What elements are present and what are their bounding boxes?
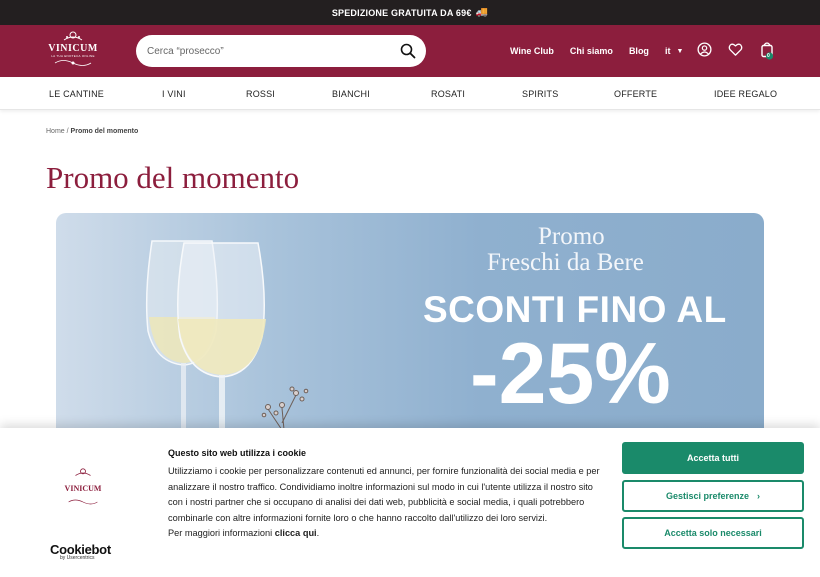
truck-icon: 🚚 [475, 7, 489, 18]
cookie-logo-name: VINICUM [64, 484, 102, 493]
more-info-link[interactable]: clicca qui [275, 528, 317, 538]
manage-preferences-button[interactable]: Gestisci preferenze › [622, 480, 804, 512]
chevron-right-icon: › [757, 491, 761, 501]
cookie-more-info: Per maggiori informazioni clicca qui. [168, 528, 319, 538]
nav-item-spirits[interactable]: SPIRITS [522, 89, 558, 99]
cart-count-badge: 0 [767, 53, 770, 59]
nav-item-rosati[interactable]: ROSATI [431, 89, 465, 99]
nav-item-idee-regalo[interactable]: IDEE REGALO [714, 89, 777, 99]
blog-link[interactable]: Blog [629, 46, 649, 56]
crest-icon [63, 31, 83, 41]
cookie-dialog-body: Utilizziamo i cookie per personalizzare … [168, 464, 608, 542]
breadcrumb-separator: / [66, 128, 69, 135]
nav-item-bianchi[interactable]: BIANCHI [332, 89, 370, 99]
nav-item-le-cantine[interactable]: LE CANTINE [49, 89, 104, 99]
language-selector[interactable]: it ▼ [665, 46, 699, 56]
cookie-dialog-title: Questo sito web utilizza i cookie [168, 448, 307, 458]
accept-all-button[interactable]: Accetta tutti [622, 442, 804, 474]
accept-necessary-button[interactable]: Accetta solo necessari [622, 517, 804, 549]
cookie-consent-dialog: VINICUM Cookiebot by Usercentrics Questo… [0, 428, 820, 577]
header-links: Wine Club Chi siamo Blog it ▼ [510, 25, 699, 77]
heart-icon[interactable] [728, 42, 743, 57]
search-icon[interactable] [400, 43, 416, 59]
cookie-dialog-logo: VINICUM [62, 466, 104, 511]
cookie-body-text: Utilizziamo i cookie per personalizzare … [168, 466, 600, 523]
manage-preferences-label: Gestisci preferenze [665, 491, 750, 501]
breadcrumb-current: Promo del momento [70, 128, 139, 135]
search-bar[interactable] [136, 35, 426, 67]
nav-item-rossi[interactable]: ROSSI [246, 89, 275, 99]
account-icon[interactable] [697, 42, 712, 57]
breadcrumb-home[interactable]: Home [46, 128, 65, 135]
cookiebot-logo[interactable]: Cookiebot by Usercentrics [50, 542, 111, 561]
banner-discount: -25% [470, 326, 671, 422]
site-header: VINICUM LA TUA ENOTECA ONLINE Wine Club … [0, 25, 820, 77]
site-logo[interactable]: VINICUM LA TUA ENOTECA ONLINE [44, 30, 102, 72]
accept-all-label: Accetta tutti [686, 453, 739, 463]
wine-club-link[interactable]: Wine Club [510, 46, 554, 56]
nav-item-offerte[interactable]: OFFERTE [614, 89, 657, 99]
ornament-icon [54, 60, 92, 66]
nav-item-i-vini[interactable]: I VINI [162, 89, 186, 99]
language-label: it [664, 46, 671, 56]
shipping-text: SPEDIZIONE GRATUITA DA 69€ [331, 7, 472, 18]
page-title: Promo del momento [46, 160, 300, 195]
chi-siamo-link[interactable]: Chi siamo [570, 46, 613, 56]
logo-tagline: LA TUA ENOTECA ONLINE [51, 54, 95, 58]
chevron-down-icon: ▼ [676, 47, 684, 55]
more-info-suffix: . [316, 528, 320, 539]
ornament-icon [68, 499, 98, 505]
breadcrumb: Home / Promo del momento [46, 128, 138, 135]
logo-name: VINICUM [48, 43, 98, 54]
banner-subtitle: Freschi da Bere [487, 249, 644, 276]
shipping-banner: SPEDIZIONE GRATUITA DA 69€ 🚚 [0, 0, 820, 25]
accept-necessary-label: Accetta solo necessari [664, 528, 762, 538]
category-nav: LE CANTINE I VINI ROSSI BIANCHI ROSATI S… [0, 77, 820, 110]
crest-icon [75, 468, 91, 476]
more-info-prefix: Per maggiori informazioni [168, 528, 273, 539]
search-input[interactable] [147, 45, 387, 57]
banner-promo-label: Promo [538, 223, 605, 250]
